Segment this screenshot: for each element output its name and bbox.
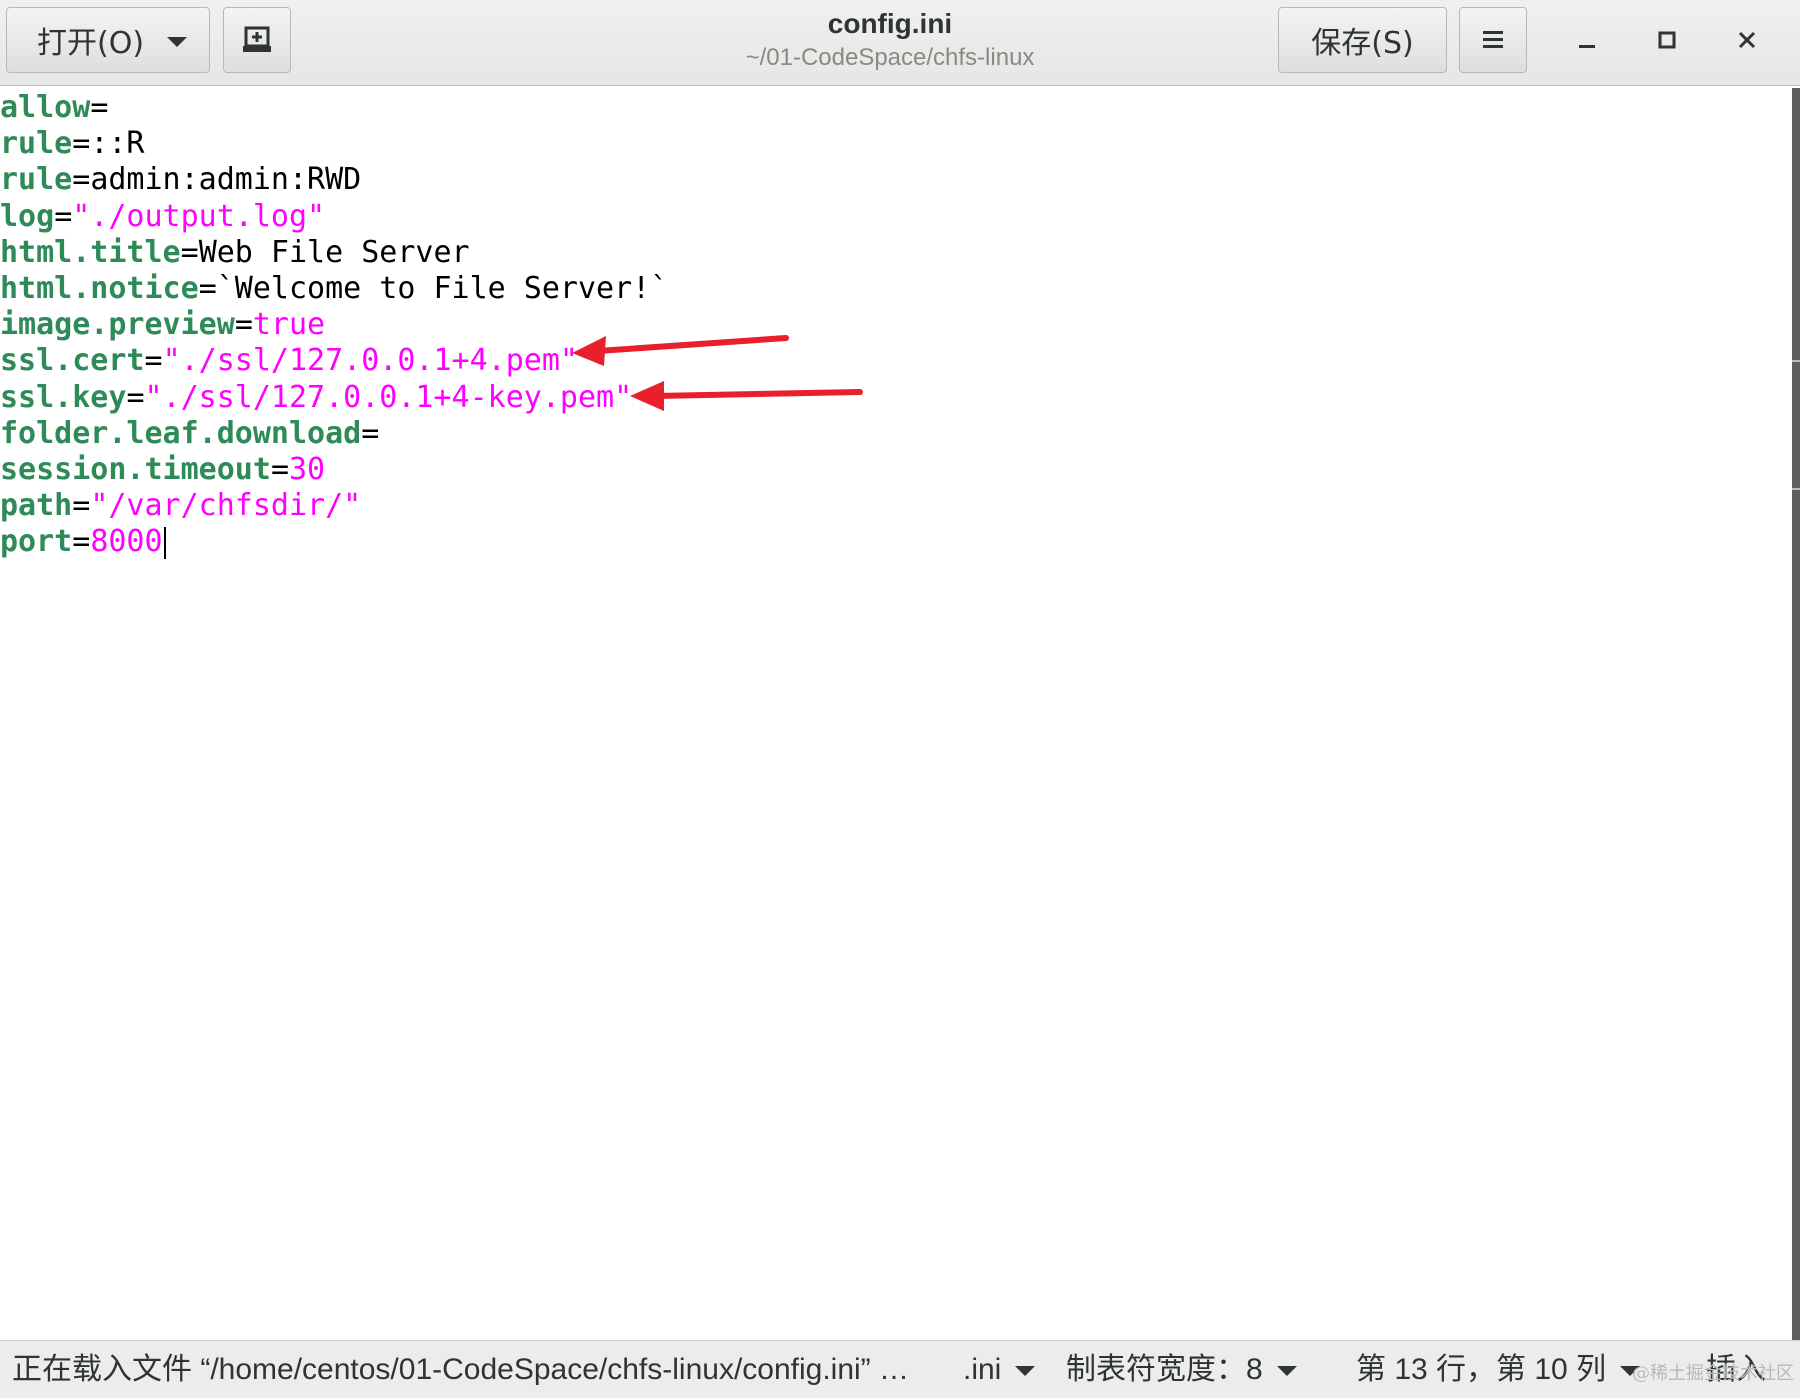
equals-sign: =: [72, 488, 91, 524]
tab-width-label: 制表符宽度：8: [1066, 1353, 1263, 1386]
config-key: log: [0, 198, 55, 234]
maximize-button[interactable]: [1643, 20, 1691, 60]
minimize-icon: [1579, 45, 1595, 48]
code-line[interactable]: ssl.cert="./ssl/127.0.0.1+4.pem": [0, 343, 578, 379]
equals-sign: =: [54, 198, 73, 234]
config-key: rule: [0, 162, 73, 198]
hamburger-menu-icon: [1483, 31, 1503, 48]
equals-sign: =: [234, 307, 253, 343]
config-value: "./ssl/127.0.0.1+4.pem": [162, 343, 578, 379]
save-button-label: 保存(S): [1311, 26, 1414, 61]
config-key: session.timeout: [0, 452, 271, 487]
code-line[interactable]: image.preview=true: [0, 307, 325, 343]
status-bar: 正在载入文件 “/home/centos/01-CodeSpace/chfs-l…: [0, 1340, 1800, 1398]
tab-width-selector[interactable]: 制表符宽度：8: [1066, 1341, 1297, 1399]
equals-sign: =: [270, 452, 289, 487]
config-key: allow: [0, 90, 91, 125]
code-line[interactable]: folder.leaf.download=: [0, 416, 379, 452]
loading-status: 正在载入文件 “/home/centos/01-CodeSpace/chfs-l…: [12, 1353, 910, 1386]
config-key: rule: [0, 126, 73, 162]
new-document-icon: [243, 26, 271, 52]
open-button[interactable]: 打开(O): [6, 7, 210, 73]
window-title: config.ini: [827, 8, 953, 39]
watermark: @稀土掘金技术社区: [1632, 1363, 1794, 1384]
save-button[interactable]: 保存(S): [1278, 7, 1447, 73]
code-line[interactable]: ssl.key="./ssl/127.0.0.1+4-key.pem": [0, 380, 632, 416]
equals-sign: =: [72, 126, 91, 162]
equals-sign: =: [72, 524, 91, 560]
config-key: image.preview: [0, 307, 235, 343]
config-key: path: [0, 488, 73, 524]
code-line[interactable]: html.notice=`Welcome to File Server!`: [0, 271, 668, 307]
code-line[interactable]: rule=admin:admin:RWD: [0, 162, 361, 198]
scrollbar[interactable]: [1792, 88, 1800, 1340]
new-document-button[interactable]: [223, 7, 291, 73]
equals-sign: =: [180, 234, 199, 270]
config-value: ::R: [90, 126, 145, 162]
code-line[interactable]: html.title=Web File Server: [0, 235, 470, 271]
equals-sign: =: [90, 90, 109, 125]
window-subtitle: ~/01-CodeSpace/chfs-linux: [745, 44, 1035, 71]
code-line[interactable]: rule=::R: [0, 126, 145, 162]
language-selector[interactable]: .ini: [963, 1341, 1036, 1399]
config-value: "./ssl/127.0.0.1+4-key.pem": [144, 379, 633, 415]
language-label: .ini: [963, 1353, 1002, 1386]
code-line[interactable]: session.timeout=30: [0, 452, 325, 488]
cursor-position-selector[interactable]: 第 13 行，第 10 列: [1356, 1341, 1641, 1399]
config-key: ssl.cert: [0, 343, 145, 379]
equals-sign: =: [126, 379, 145, 415]
config-value: true: [252, 307, 326, 343]
code-line[interactable]: log="./output.log": [0, 199, 325, 235]
close-icon: [1738, 31, 1756, 49]
chevron-down-icon: [1015, 1366, 1036, 1377]
config-value: "/var/chfsdir/": [90, 488, 362, 524]
config-value: `Welcome to File Server!`: [216, 271, 669, 306]
config-value: "./output.log": [72, 198, 326, 234]
menu-button[interactable]: [1459, 7, 1527, 73]
config-key: port: [0, 524, 73, 560]
code-line[interactable]: path="/var/chfsdir/": [0, 488, 361, 524]
equals-sign: =: [198, 271, 217, 306]
open-button-label: 打开(O): [37, 26, 145, 61]
config-key: html.notice: [0, 271, 199, 306]
maximize-icon: [1658, 31, 1676, 49]
code-line[interactable]: port=8000: [0, 524, 166, 560]
chevron-down-icon: [1276, 1366, 1297, 1377]
chevron-down-icon: [167, 37, 187, 47]
header-bar: 打开(O) config.ini ~/01-CodeSpace/chfs-lin…: [0, 0, 1800, 86]
config-key: folder.leaf.download: [0, 415, 362, 451]
text-editor[interactable]: allow= rule=::R rule=admin:admin:RWD log=".…: [0, 88, 1790, 1340]
cursor-position-label: 第 13 行，第 10 列: [1356, 1353, 1607, 1386]
minimize-button[interactable]: [1563, 20, 1611, 60]
close-button[interactable]: [1723, 20, 1771, 60]
config-value: 30: [289, 452, 326, 487]
equals-sign: =: [72, 162, 91, 198]
config-key: html.title: [0, 234, 181, 270]
config-value: Web File Server: [198, 234, 470, 270]
config-value: admin:admin:RWD: [90, 162, 362, 198]
equals-sign: =: [361, 415, 380, 451]
title-block: config.ini ~/01-CodeSpace/chfs-linux: [640, 6, 1140, 74]
config-value: 8000: [90, 524, 163, 560]
code-line[interactable]: allow=: [0, 90, 108, 126]
config-key: ssl.key: [0, 379, 127, 415]
equals-sign: =: [144, 343, 163, 379]
text-cursor: [163, 526, 166, 559]
